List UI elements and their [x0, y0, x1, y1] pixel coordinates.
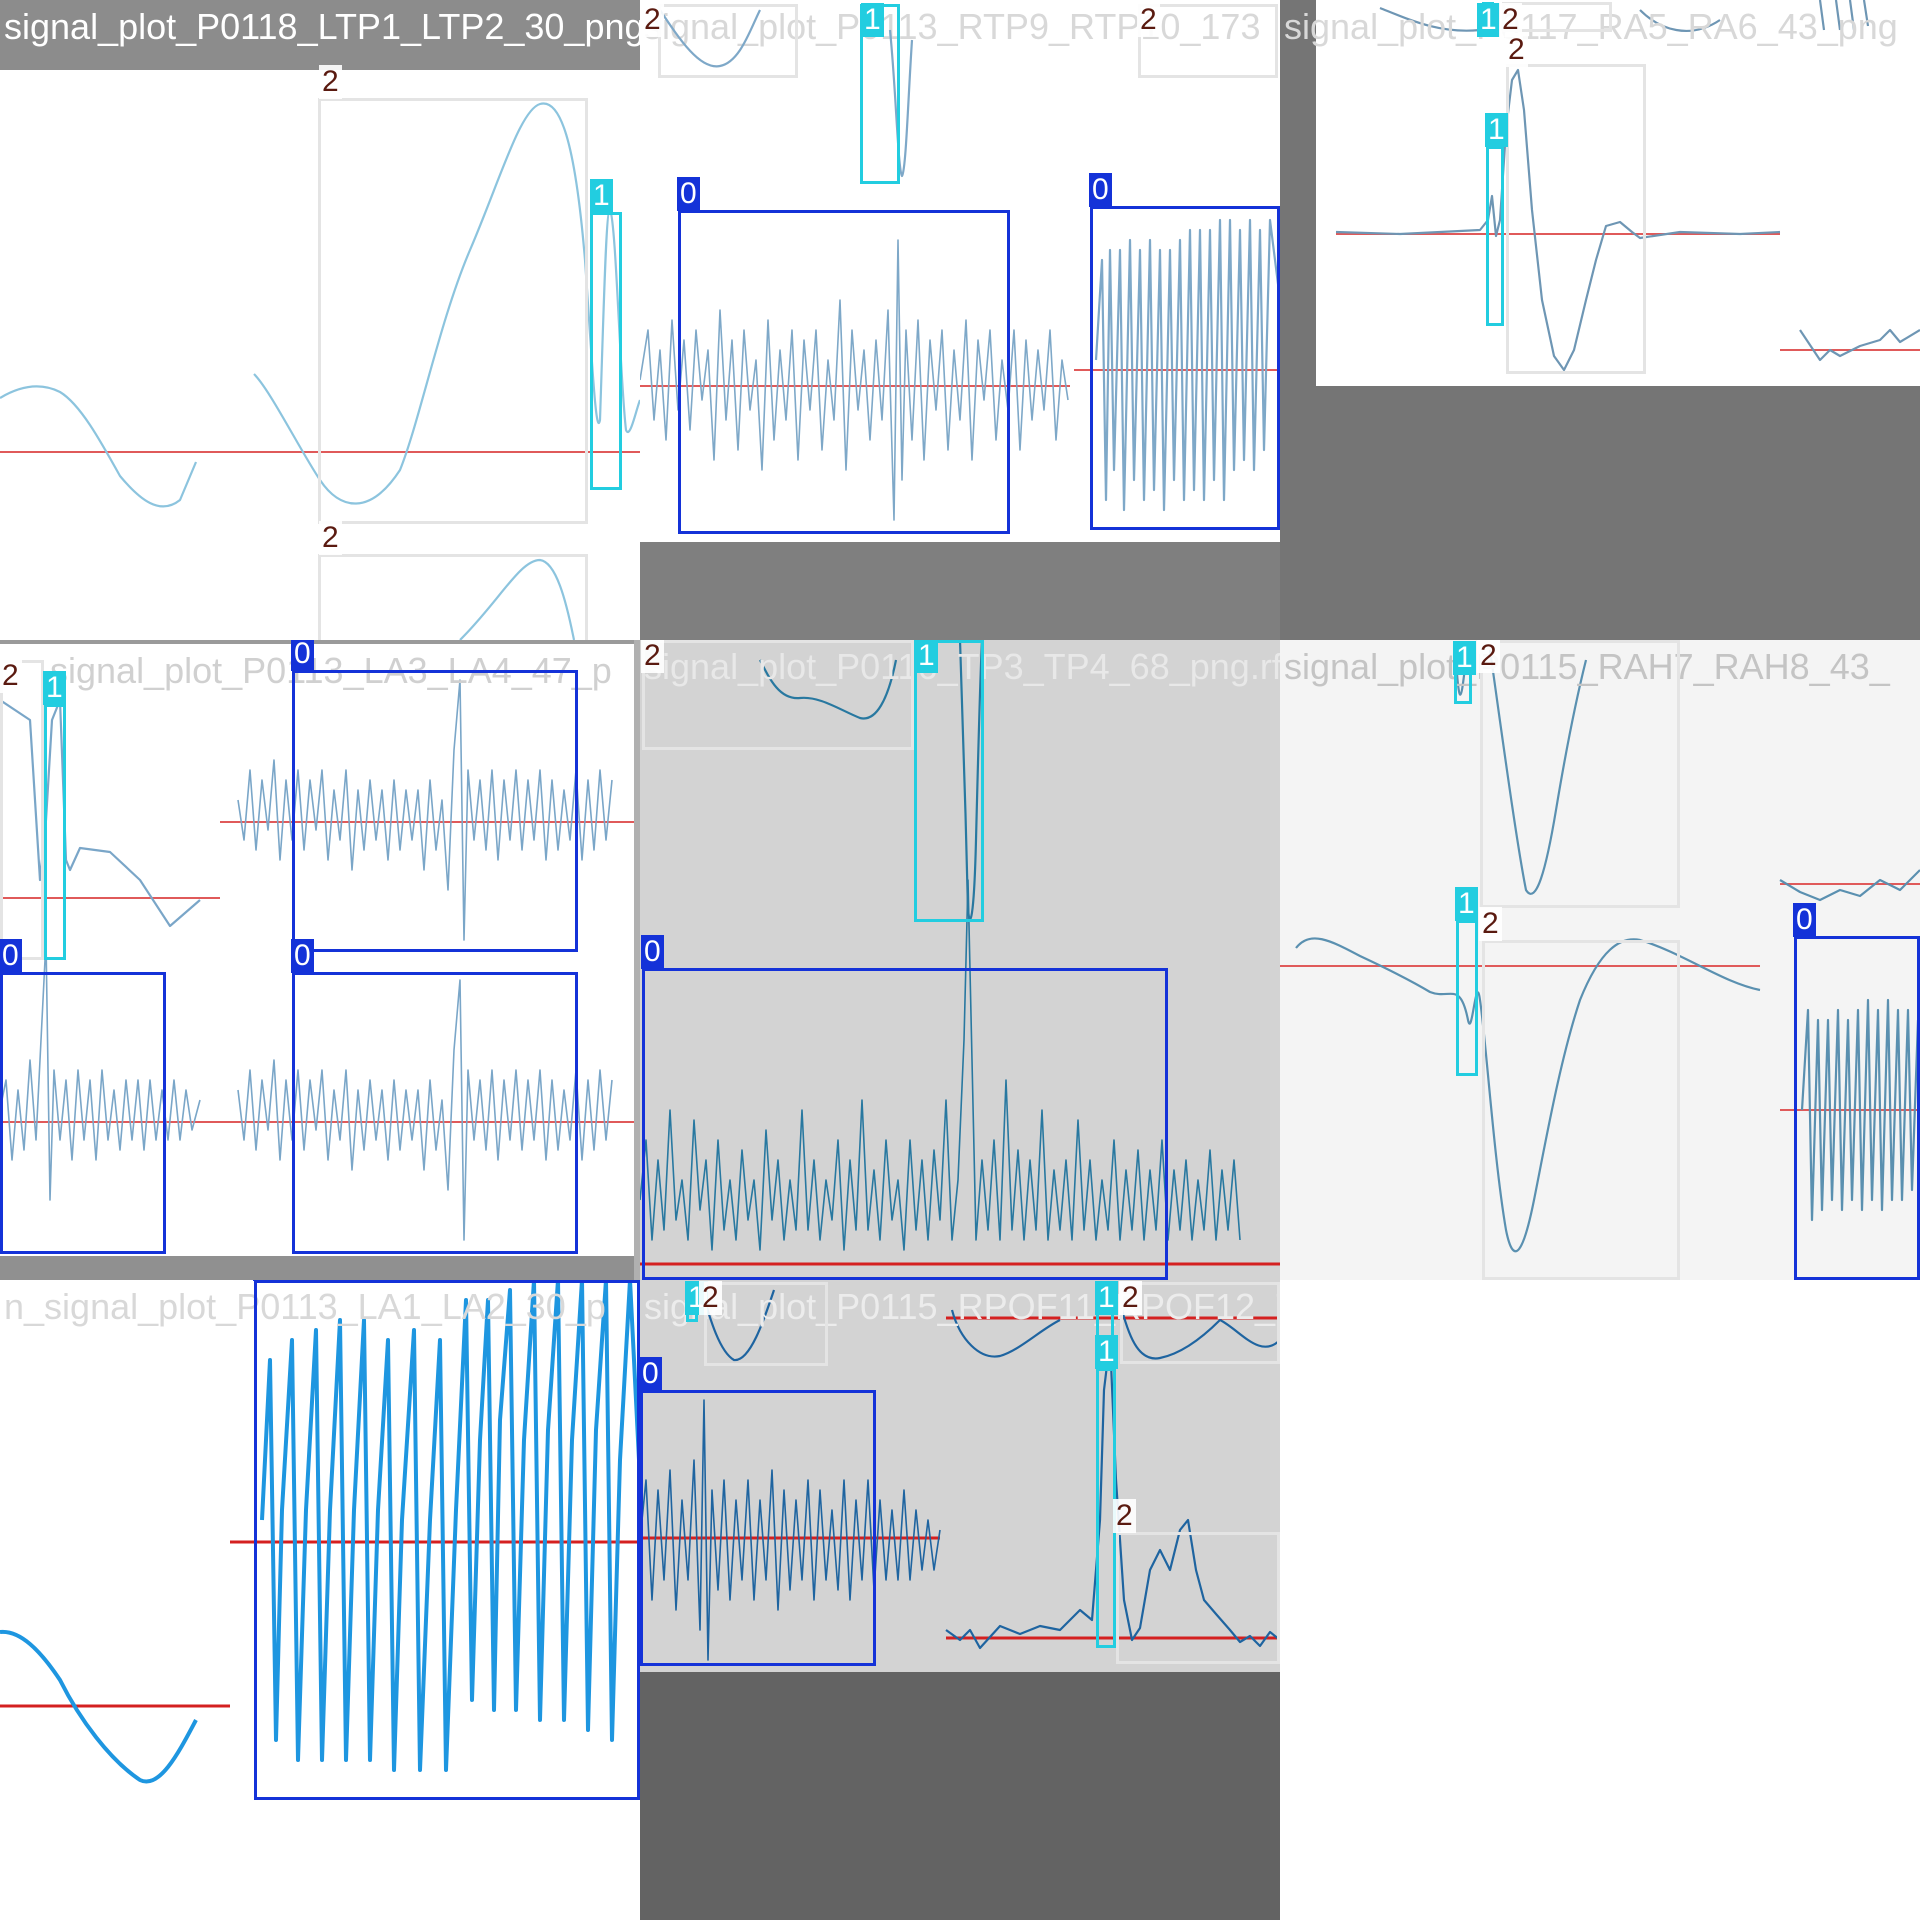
padding-region [640, 542, 1280, 640]
class-label: 0 [640, 1357, 662, 1391]
class-label: 1 [861, 3, 884, 37]
class-label: 0 [1793, 903, 1816, 937]
class-label: 0 [677, 177, 700, 211]
class-label: 2 [0, 659, 22, 693]
class2-box: 2 [1477, 640, 1680, 908]
mosaic-tile: signal_plot_P0115_RPOF11_RPOF12_75_png.r… [640, 1280, 1280, 1920]
mosaic-tile: signal_plot_P0113_LA3_LA4_47_p 2 1 0 0 0 [0, 640, 640, 1280]
class1-box: 1 [860, 3, 900, 184]
class-label: 1 [590, 179, 613, 213]
class2-box: 2 [641, 3, 798, 78]
class-label: 2 [699, 1281, 722, 1315]
class1-box: 1 [914, 640, 984, 922]
class2-box: 2 [1119, 1281, 1280, 1364]
class0-box: 0 [1089, 173, 1280, 530]
mosaic-tile: signal_plot_P0118_LTP1_LTP2_30_png.rf 2 … [0, 0, 640, 640]
class-label: 0 [253, 1280, 276, 1281]
class-label: 2 [1119, 1281, 1142, 1315]
padding-region [1280, 386, 1920, 640]
padding-region [640, 1672, 1280, 1920]
class1-box: 1 [1477, 2, 1500, 37]
class-label: 1 [1485, 113, 1508, 147]
class-label: 0 [291, 939, 314, 973]
class-label: 2 [1137, 3, 1160, 37]
padding-region [0, 1256, 640, 1280]
class-label: 0 [291, 640, 314, 671]
class1-box: 1 [1485, 113, 1508, 326]
mosaic-tile: signal_plot_P0116_TP3_TP4_68_png.rf 2 1 … [640, 640, 1280, 1280]
class-label: 1 [1095, 1281, 1118, 1315]
class-label: 2 [1479, 907, 1502, 941]
class0-box: 0 [677, 177, 1010, 534]
class2-box: 2 [1137, 3, 1278, 78]
signal-trace [1799, 328, 1920, 362]
class1-box: 1 [590, 179, 622, 490]
class-label: 2 [1113, 1499, 1136, 1533]
class0-box: 0 [253, 1280, 640, 1800]
mosaic-tile: signal_plot_P0113_RTP9_RTP10_173 2 1 2 0… [640, 0, 1280, 640]
class-label: 1 [1477, 3, 1500, 37]
class-label: 0 [1089, 173, 1112, 207]
class1-box: 1 [43, 671, 66, 960]
class2-box: 2 [1499, 2, 1612, 37]
class2-box: 2 [699, 1281, 828, 1366]
class2-box: 2 [0, 659, 44, 960]
class2-box: 2 [318, 65, 588, 524]
mosaic-tile: n_signal_plot_P0113_LA1_LA2_30_p 0 [0, 1280, 640, 1920]
mosaic-tile: signal_plot_P0117_RA5_RA6_43_png 1 2 2 1 [1280, 0, 1920, 640]
class0-box: 0 [640, 1357, 876, 1666]
class-label: 1 [43, 671, 66, 705]
class-label: 1 [1095, 1335, 1118, 1369]
class1-box: 1 [1453, 641, 1476, 704]
mosaic-tile: signal_plot_P0115_RAH7_RAH8_43_ 1 2 1 2 … [1280, 640, 1920, 1280]
class2-box: 2 [318, 521, 588, 640]
class2-box: 2 [1505, 33, 1646, 374]
class-label: 2 [641, 3, 664, 37]
class-label: 1 [1455, 887, 1478, 921]
training-mosaic: signal_plot_P0118_LTP1_LTP2_30_png.rf 2 … [0, 0, 1920, 1920]
class1-box: 1 [685, 1281, 708, 1322]
class-label: 2 [319, 65, 342, 99]
class-label: 2 [1499, 3, 1522, 37]
class-label: 2 [319, 521, 342, 555]
class1-box: 1 [1455, 887, 1478, 1076]
class0-box: 0 [1793, 903, 1920, 1280]
class0-box: 0 [291, 640, 578, 952]
class-label: 1 [915, 640, 938, 673]
class2-box: 2 [1113, 1499, 1280, 1664]
class2-box: 2 [1479, 907, 1680, 1280]
class-label: 1 [1453, 641, 1476, 675]
class-label: 0 [0, 939, 22, 973]
class0-box: 0 [0, 939, 166, 1254]
class2-box: 2 [641, 640, 914, 750]
class-label: 0 [641, 935, 664, 969]
class-label: 2 [1477, 640, 1500, 673]
class-label: 2 [641, 640, 664, 673]
class0-box: 0 [291, 939, 578, 1254]
class0-box: 0 [641, 935, 1168, 1280]
class-label: 2 [1505, 33, 1528, 67]
